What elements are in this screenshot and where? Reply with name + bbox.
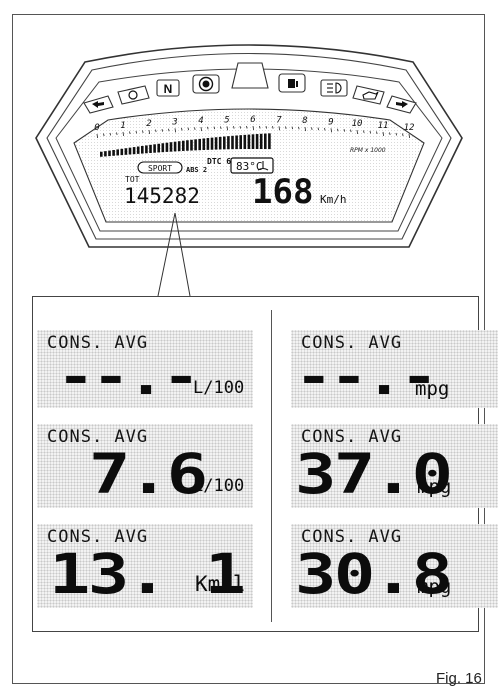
display-right-2: CONS. AVG 37.0 mpg: [291, 424, 498, 508]
odometer-value: 145282: [124, 184, 200, 208]
rpm-tick-label: 12: [404, 123, 415, 133]
rpm-bar-segment: [190, 139, 193, 151]
display-unit: mpg: [417, 576, 452, 598]
rpm-bar-segment: [104, 151, 107, 157]
rpm-tick-label: 3: [171, 117, 177, 127]
display-unit: L/100: [193, 476, 245, 496]
callout-divider: [271, 310, 272, 622]
rpm-bar-segment: [255, 134, 259, 150]
rpm-bar-segment: [169, 142, 173, 152]
rpm-bar-segment: [141, 145, 144, 154]
rpm-bar-segment: [120, 148, 124, 156]
rpm-bar-segment: [136, 146, 140, 154]
rpm-tick-label: 6: [250, 115, 255, 125]
speed-value: 168: [252, 172, 313, 212]
rpm-bar-segment: [243, 134, 247, 150]
display-value: --.-: [57, 348, 200, 406]
rpm-bar-segment: [247, 134, 251, 150]
lamp-pod-high-beam: [320, 79, 348, 97]
speed-unit: Km/h: [320, 193, 347, 206]
sport-mode: SPORT: [148, 164, 172, 173]
neutral-icon: N: [164, 82, 173, 96]
odometer-label: TOT: [125, 175, 140, 184]
rpm-bar-segment: [173, 141, 177, 152]
rpm-bar-segment: [210, 137, 214, 150]
display-unit: mpg: [415, 378, 450, 400]
rpm-bar-segment: [108, 150, 111, 157]
display-value: 7.6: [89, 442, 208, 506]
rpm-bar-segment: [182, 140, 185, 151]
rpm-tick-label: 11: [378, 121, 389, 131]
display-right-1: CONS. AVG --.- mpg: [291, 330, 498, 408]
rpm-bar-segment: [116, 149, 119, 156]
lamp-pod-center: [231, 62, 269, 89]
rpm-bar-segment: [202, 138, 206, 151]
rpm-tick-label: 4: [198, 116, 203, 126]
rpm-bar-segment: [218, 136, 222, 150]
display-left-1: CONS. AVG --.- L/100: [37, 330, 253, 408]
rpm-bar-segment: [186, 140, 189, 151]
rpm-bar-segment: [214, 137, 218, 150]
rpm-bar-segment: [264, 133, 267, 150]
rpm-bar-segment: [128, 147, 132, 155]
rpm-bar-segment: [177, 141, 181, 152]
rpm-bar-segment: [165, 142, 169, 152]
rpm-bar-segment: [132, 147, 136, 155]
display-left-3: CONS. AVG 13. 1 Km/l: [37, 524, 253, 608]
rpm-tick-label: 10: [352, 119, 363, 129]
rpm-bar-segment: [235, 135, 238, 150]
rpm-bar-segment: [161, 143, 165, 153]
rpm-tick-label: 7: [276, 115, 282, 125]
display-unit: L/100: [193, 378, 245, 398]
rpm-bar-segment: [157, 143, 160, 153]
display-right-3: CONS. AVG 30.8 mpg: [291, 524, 498, 608]
rpm-bar-segment: [227, 136, 230, 150]
rpm-tick-label: 9: [328, 117, 333, 127]
rpm-bar-segment: [149, 144, 152, 153]
rpm-bar-segment: [239, 135, 242, 150]
rpm-tick-label: 8: [302, 116, 307, 126]
rpm-tick-label: 5: [224, 115, 229, 125]
rpm-bar-segment: [206, 138, 210, 150]
rpm-bar-segment: [153, 144, 156, 153]
rpm-bar-segment: [100, 151, 103, 157]
figure-label: Fig. 16: [436, 670, 482, 687]
rpm-bar-segment: [259, 133, 263, 150]
rpm-label: RPM x 1000: [350, 147, 386, 154]
abs-level: ABS 2: [186, 166, 207, 174]
display-unit: Km/l: [195, 572, 246, 596]
rpm-bar-segment: [231, 135, 234, 150]
display-left-2: CONS. AVG 7.6 L/100: [37, 424, 253, 508]
rpm-bar-segment: [223, 136, 226, 150]
rpm-tick-label: 0: [94, 123, 99, 133]
rpm-bar-segment: [145, 145, 148, 154]
rpm-tick-label: 2: [146, 119, 151, 129]
rpm-bar-segment: [194, 139, 197, 151]
display-unit: mpg: [417, 476, 452, 498]
rpm-bar-segment: [251, 134, 255, 150]
rpm-bar-segment: [198, 138, 201, 151]
rpm-bar-segment: [124, 148, 128, 155]
rpm-bar-segment: [268, 133, 271, 150]
rpm-tick-label: 1: [120, 121, 125, 131]
dtc-level: DTC 6: [207, 157, 231, 166]
rpm-bar-segment: [112, 149, 115, 156]
instrument-cluster: N 0 1 2 3 4 5 6 7 8 9 10 11 12 RPM x 1000 SPORT DTC …: [35, 44, 463, 297]
